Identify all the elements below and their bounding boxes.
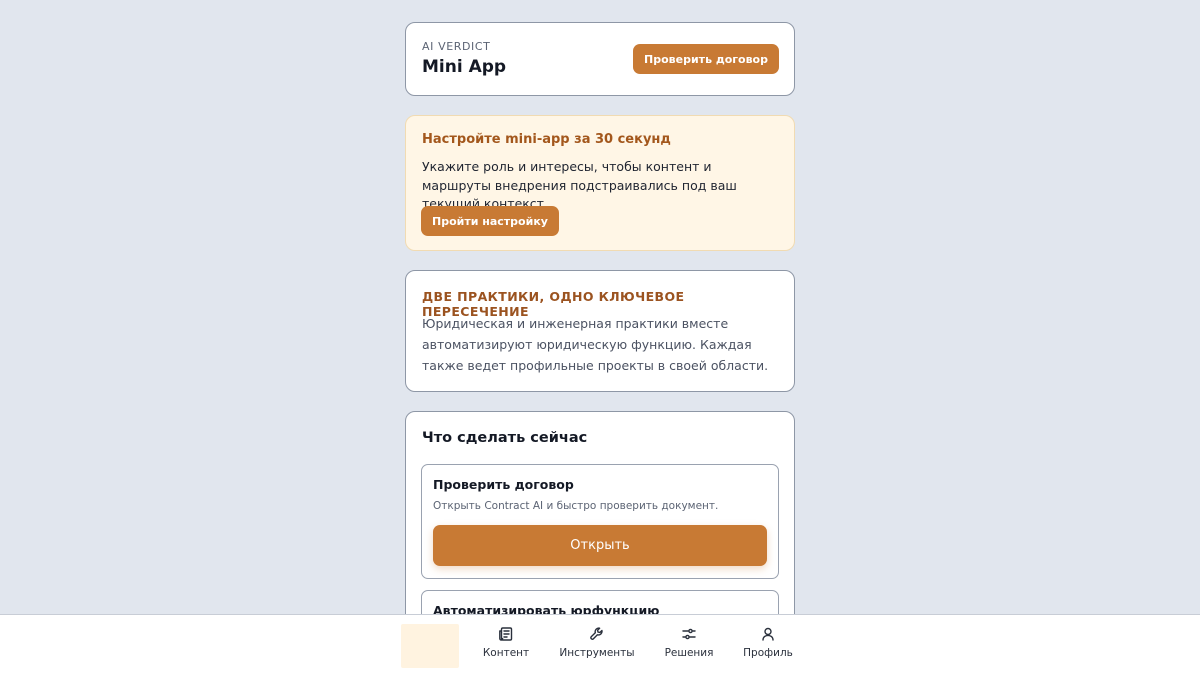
practices-card: ДВЕ ПРАКТИКИ, ОДНО КЛЮЧЕВОЕ ПЕРЕСЕЧЕНИЕ … bbox=[405, 270, 795, 392]
nav-label: Решения bbox=[664, 647, 714, 659]
main-column: AI VERDICT Mini App Проверить договор На… bbox=[405, 22, 795, 651]
app-title: Mini App bbox=[422, 57, 507, 77]
action-item-check-contract: Проверить договор Открыть Contract AI и … bbox=[421, 464, 779, 579]
action-title: Проверить договор bbox=[433, 477, 574, 492]
action-description: Открыть Contract AI и быстро проверить д… bbox=[433, 500, 719, 512]
open-contract-ai-button[interactable]: Открыть bbox=[433, 525, 767, 566]
start-setup-button[interactable]: Пройти настройку bbox=[421, 206, 559, 236]
check-contract-button[interactable]: Проверить договор bbox=[633, 44, 779, 74]
nav-item-profile[interactable]: Профиль bbox=[740, 626, 796, 666]
app-eyebrow: AI VERDICT bbox=[422, 40, 491, 53]
wrench-icon bbox=[558, 626, 636, 642]
setup-title: Настройте mini-app за 30 секунд bbox=[422, 132, 671, 147]
nav-item-content[interactable]: Контент bbox=[481, 626, 531, 666]
nav-label: Профиль bbox=[743, 647, 793, 659]
nav-item-home[interactable] bbox=[401, 624, 459, 668]
sliders-icon bbox=[662, 626, 716, 642]
setup-card: Настройте mini-app за 30 секунд Укажите … bbox=[405, 115, 795, 251]
nav-label: Инструменты bbox=[559, 647, 635, 659]
bottom-nav: Контент Инструменты Решения Профиль bbox=[0, 614, 1200, 676]
nav-label: Контент bbox=[482, 647, 530, 659]
newspaper-icon bbox=[481, 626, 531, 642]
user-icon bbox=[740, 626, 796, 642]
nav-item-tools[interactable]: Инструменты bbox=[558, 626, 636, 666]
actions-title: Что сделать сейчас bbox=[422, 430, 588, 446]
header-card: AI VERDICT Mini App Проверить договор bbox=[405, 22, 795, 96]
nav-item-solutions[interactable]: Решения bbox=[662, 626, 716, 666]
practices-description: Юридическая и инженерная практики вместе… bbox=[422, 316, 769, 373]
